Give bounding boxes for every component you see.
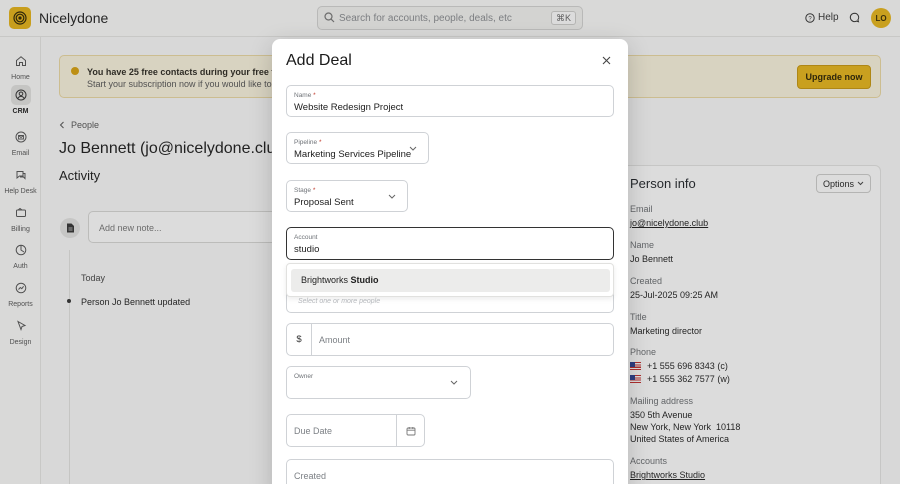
people-placeholder: Select one or more people <box>298 298 381 305</box>
amount-input[interactable]: $ Amount <box>286 323 614 356</box>
due-date-input[interactable]: Due Date <box>286 414 425 447</box>
stage-value: Proposal Sent <box>294 197 354 208</box>
account-suggestions: Brightworks Studio <box>286 263 614 297</box>
deal-name-label: Name * <box>294 92 316 99</box>
pipeline-label: Pipeline * <box>294 139 322 146</box>
suggestion-text: Brightworks <box>301 275 351 285</box>
account-value: studio <box>294 244 320 255</box>
chevron-down-icon <box>388 194 396 199</box>
close-button[interactable] <box>602 54 611 68</box>
pipeline-value: Marketing Services Pipeline <box>294 149 412 160</box>
due-date-placeholder: Due Date <box>294 426 333 436</box>
stage-label: Stage * <box>294 187 316 194</box>
deal-name-field[interactable]: Name * Website Redesign Project <box>286 85 614 117</box>
amount-placeholder: Amount <box>319 335 351 345</box>
deal-name-value: Website Redesign Project <box>294 102 404 113</box>
account-input[interactable]: Account studio <box>286 227 614 260</box>
chevron-down-icon <box>409 146 417 151</box>
close-icon <box>602 56 611 65</box>
pipeline-select[interactable]: Pipeline * Marketing Services Pipeline <box>286 132 429 164</box>
account-label: Account <box>294 234 318 241</box>
suggestion-match: Studio <box>350 275 379 285</box>
add-deal-modal: Add Deal Name * Website Redesign Project… <box>272 39 628 484</box>
calendar-icon <box>406 426 415 435</box>
chevron-down-icon <box>450 380 458 385</box>
currency-prefix: $ <box>287 324 312 355</box>
created-placeholder: Created <box>294 471 327 481</box>
account-suggestion-option[interactable]: Brightworks Studio <box>291 269 610 292</box>
owner-select[interactable]: Owner <box>286 366 471 399</box>
calendar-button[interactable] <box>396 415 424 446</box>
owner-label: Owner <box>294 373 314 380</box>
modal-title: Add Deal <box>286 52 352 69</box>
created-input[interactable]: Created <box>286 459 614 484</box>
